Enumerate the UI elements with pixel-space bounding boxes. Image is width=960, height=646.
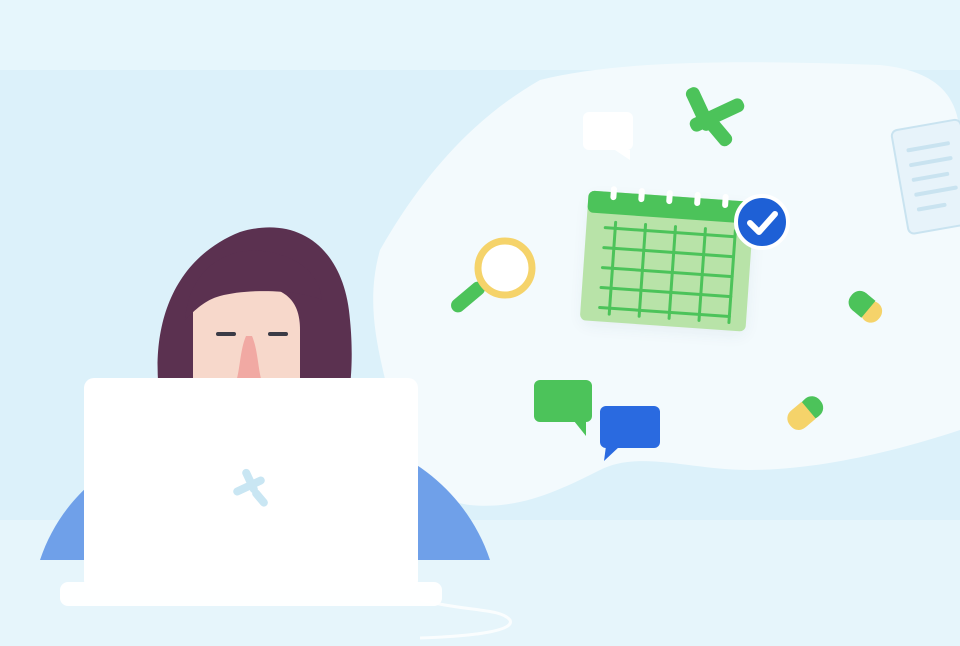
check-badge-icon <box>734 194 790 250</box>
illustration-scene <box>0 0 960 646</box>
background-top-band <box>0 0 960 70</box>
calendar-icon <box>580 186 754 336</box>
illustration-canvas <box>0 0 960 646</box>
